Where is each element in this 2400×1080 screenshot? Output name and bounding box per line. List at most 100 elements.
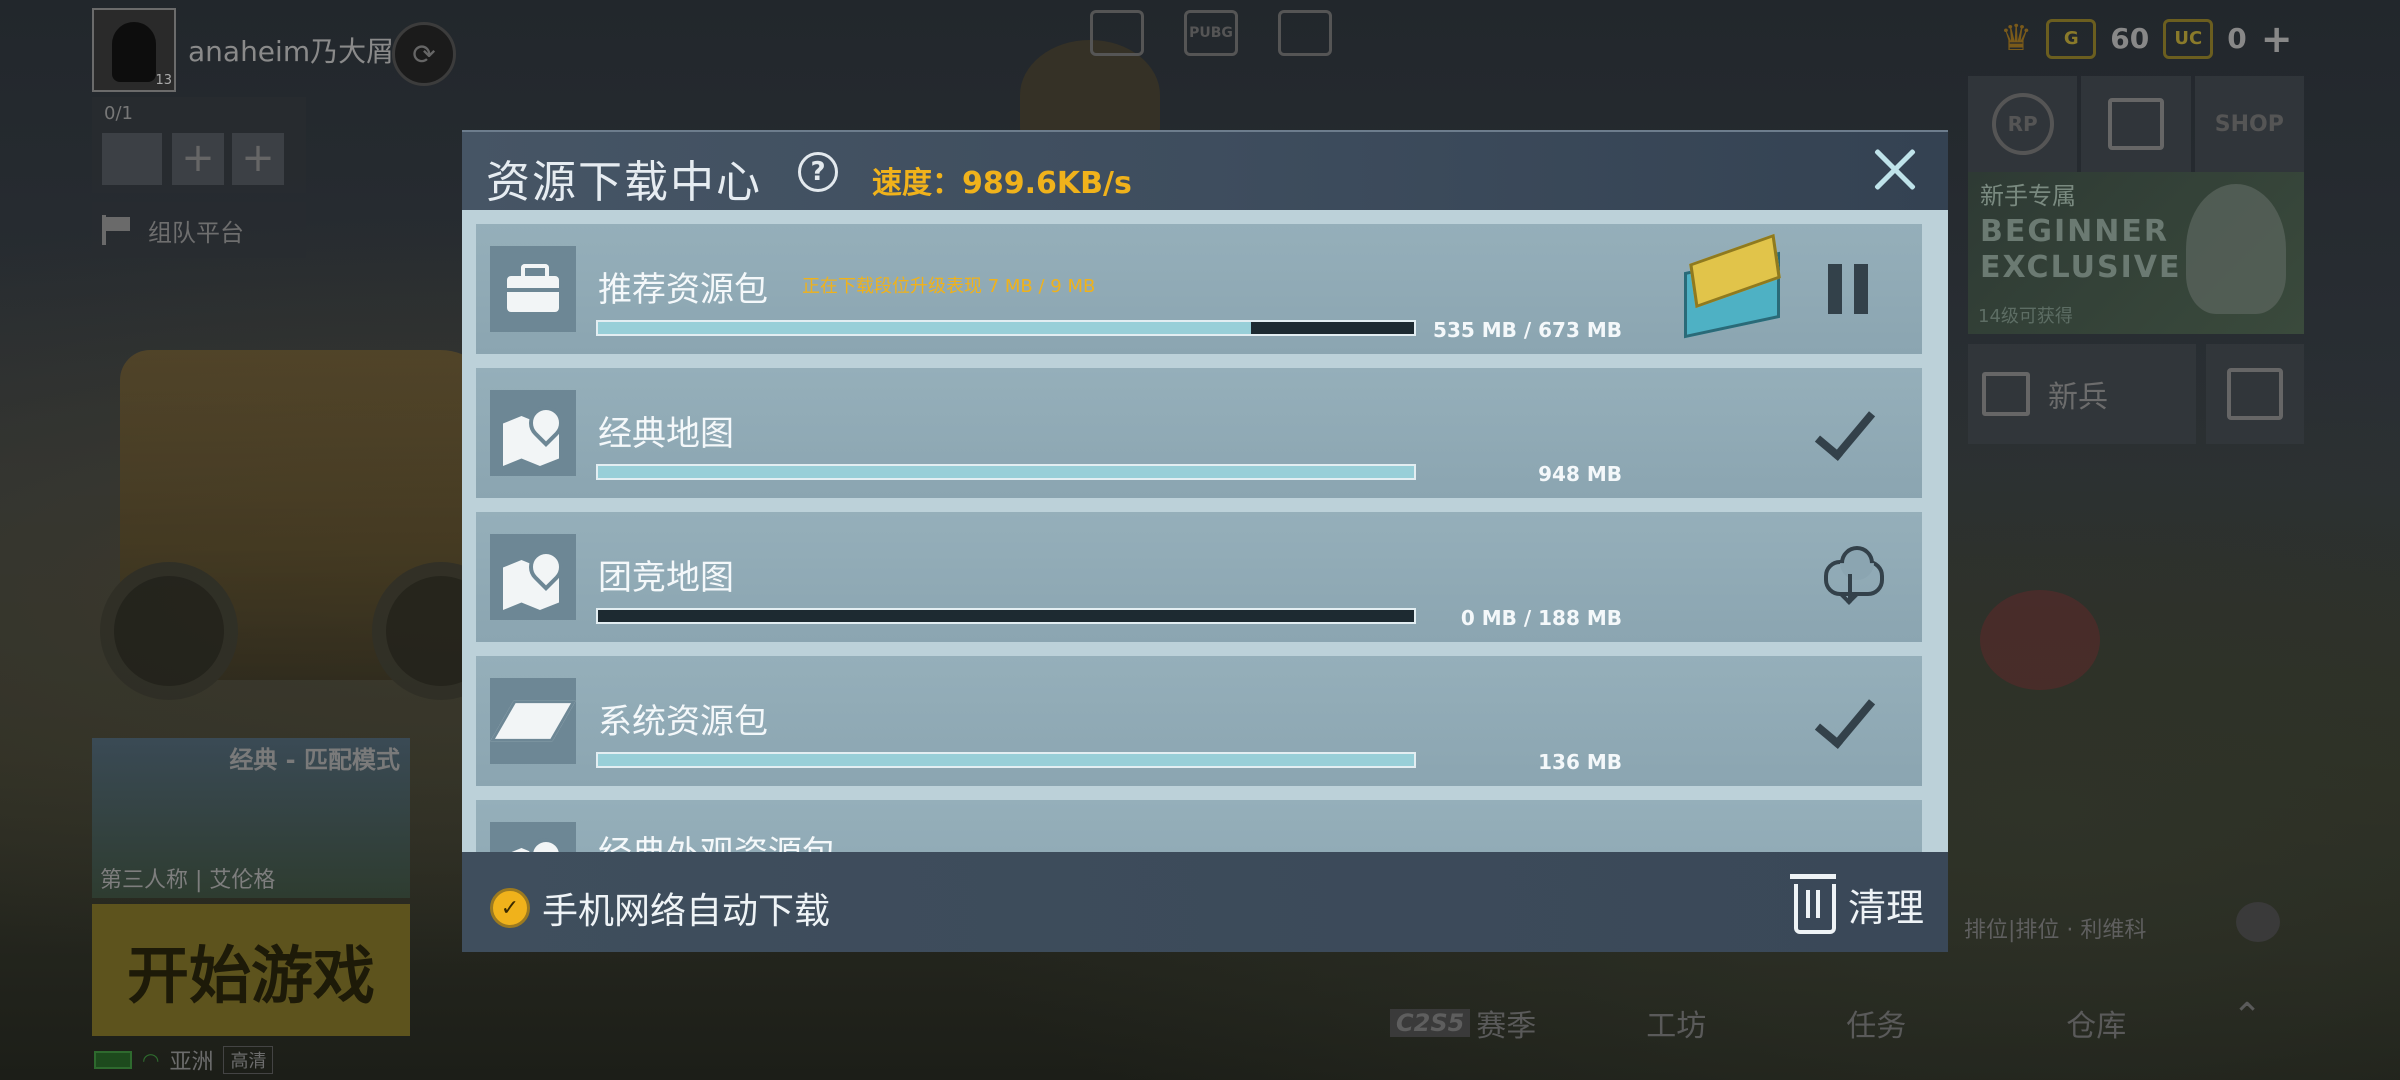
resource-item-classic-map: 经典地图 948 MB <box>476 368 1922 498</box>
progress-fill <box>598 466 1414 478</box>
check-icon <box>1814 688 1884 758</box>
right-panel-row: RP SHOP <box>1968 76 2304 172</box>
start-game-button[interactable]: 开始游戏 <box>92 904 410 1036</box>
uc-value: 0 <box>2227 22 2247 55</box>
progress-fill <box>598 322 1251 334</box>
team-slot-add[interactable]: + <box>232 133 284 185</box>
progress-bar <box>596 464 1416 480</box>
team-panel: 0/1 + + <box>92 97 306 193</box>
avatar-level: 13 <box>155 73 172 88</box>
trash-icon <box>1790 874 1836 934</box>
beginner-line2: EXCLUSIVE <box>1980 250 2182 285</box>
beginner-line1: BEGINNER <box>1980 214 2169 249</box>
suitcase-icon <box>490 246 576 332</box>
pubg-mobile-logo: PUBG <box>1184 10 1238 56</box>
mode-title: 经典 - 匹配模式 <box>229 746 400 774</box>
auto-download-checkbox[interactable]: ✓ <box>490 888 530 928</box>
progress-bar <box>596 752 1416 768</box>
username: anaheim乃大屑 <box>188 35 395 68</box>
progress-fill <box>598 754 1414 766</box>
progress-bar <box>596 608 1416 624</box>
event-button[interactable] <box>2206 344 2304 444</box>
avatar[interactable]: 13 <box>92 8 176 92</box>
map-icon <box>490 822 576 852</box>
region-label: 亚洲 <box>169 1050 214 1075</box>
nav-inventory[interactable]: 仓库 <box>2066 1001 2126 1045</box>
item-title: 经典地图 <box>598 414 734 454</box>
royale-pass-button[interactable]: RP <box>1968 76 2078 172</box>
item-title: 系统资源包 <box>598 702 768 742</box>
nav-season-label: 赛季 <box>1476 1009 1537 1044</box>
chest-icon <box>2107 98 2164 150</box>
mode-select-card[interactable]: 经典 - 匹配模式 第三人称 | 艾伦格 <box>92 738 410 898</box>
player-profile[interactable]: 13 anaheim乃大屑 <box>92 8 394 92</box>
bottom-nav: C2S5 赛季 工坊 任务 仓库 <box>1390 998 2270 1048</box>
resource-list[interactable]: 推荐资源包 正在下载段位升级表现 7 MB / 9 MB 535 MB / 67… <box>462 210 1948 852</box>
beginner-exclusive-banner[interactable]: 新手专属 BEGINNER EXCLUSIVE 14级可获得 <box>1968 172 2304 334</box>
close-icon[interactable] <box>1862 138 1926 202</box>
top-center-icons: PUBG <box>1090 10 1332 56</box>
crown-icon[interactable]: ♛ <box>2000 18 2032 59</box>
nav-season[interactable]: C2S5 赛季 <box>1390 1001 1536 1045</box>
g-coin-icon: G <box>2046 18 2097 59</box>
battery-icon <box>94 1051 132 1069</box>
g-coin-value: 60 <box>2110 22 2150 55</box>
flag-icon <box>102 215 136 245</box>
map-icon <box>490 534 576 620</box>
resource-item-system: 系统资源包 136 MB <box>476 656 1922 786</box>
help-icon[interactable]: ? <box>798 152 838 192</box>
check-icon <box>1814 400 1884 470</box>
start-game-label: 开始游戏 <box>126 939 375 1012</box>
item-title: 团竞地图 <box>598 558 734 598</box>
map-icon <box>490 390 576 476</box>
item-size: 0 MB / 188 MB <box>1460 606 1622 630</box>
auto-download-label[interactable]: 手机网络自动下载 <box>542 882 830 934</box>
resource-item-recommended: 推荐资源包 正在下载段位升级表现 7 MB / 9 MB 535 MB / 67… <box>476 224 1922 354</box>
bag-icon[interactable] <box>1278 10 1332 56</box>
beginner-title: 新手专属 <box>1980 182 2076 210</box>
wifi-icon: ◠ <box>142 1048 160 1072</box>
quality-badge: 高清 <box>223 1046 274 1074</box>
chevron-up-icon[interactable]: ⌃ <box>2232 996 2262 1037</box>
clean-label: 清理 <box>1848 885 1925 930</box>
cloud-download-icon[interactable] <box>1818 544 1888 614</box>
item-size: 948 MB <box>1538 462 1622 486</box>
add-currency-button[interactable]: + <box>2261 20 2293 58</box>
team-slot-self[interactable] <box>102 133 162 185</box>
modal-footer: ✓ 手机网络自动下载 清理 <box>462 852 1948 952</box>
crate-image <box>1676 233 1786 339</box>
rp-icon: RP <box>1991 93 2054 155</box>
clean-button[interactable]: 清理 <box>1790 874 1925 934</box>
progress-bar <box>596 320 1416 336</box>
team-platform-button[interactable]: 组队平台 <box>92 202 306 258</box>
item-size: 136 MB <box>1538 750 1622 774</box>
beginner-sub: 14级可获得 <box>1978 306 2073 327</box>
currency-bar: ♛ G 60 UC 0 + <box>2000 18 2293 59</box>
vehicle-wheel <box>100 562 238 700</box>
gift-icon <box>1982 372 2030 416</box>
rookie-label: 新兵 <box>2048 380 2108 415</box>
helmet-decoration <box>1980 590 2100 690</box>
team-platform-label: 组队平台 <box>148 218 244 247</box>
modal-title: 资源下载中心 <box>486 157 762 208</box>
season-badge: C2S5 <box>1390 1009 1471 1037</box>
mode-sub: 第三人称 | 艾伦格 <box>100 868 276 893</box>
item-title: 推荐资源包 <box>598 270 768 310</box>
item-size: 535 MB / 673 MB <box>1433 318 1622 342</box>
nav-mission[interactable]: 任务 <box>1846 1001 1906 1045</box>
item-status: 正在下载段位升级表现 7 MB / 9 MB <box>802 276 1096 297</box>
team-slot-add[interactable]: + <box>172 133 224 185</box>
status-bar: ◠ 亚洲 高清 <box>94 1044 274 1076</box>
rookie-button[interactable]: 新兵 <box>1968 344 2196 444</box>
rank-text: 排位|排位 · 利维科 <box>1964 918 2147 943</box>
crate-round-button[interactable]: ⟳ <box>392 22 456 86</box>
cube-icon <box>490 678 576 764</box>
wardrobe-icon[interactable] <box>1090 10 1144 56</box>
shop-button[interactable]: SHOP <box>2194 76 2304 172</box>
nav-workshop[interactable]: 工坊 <box>1646 1001 1706 1045</box>
event-box-icon <box>2227 368 2283 420</box>
pause-icon[interactable] <box>1814 256 1884 326</box>
chat-icon[interactable] <box>2236 902 2280 942</box>
shop-icon: SHOP <box>2214 111 2284 137</box>
crate-button[interactable] <box>2081 76 2191 172</box>
